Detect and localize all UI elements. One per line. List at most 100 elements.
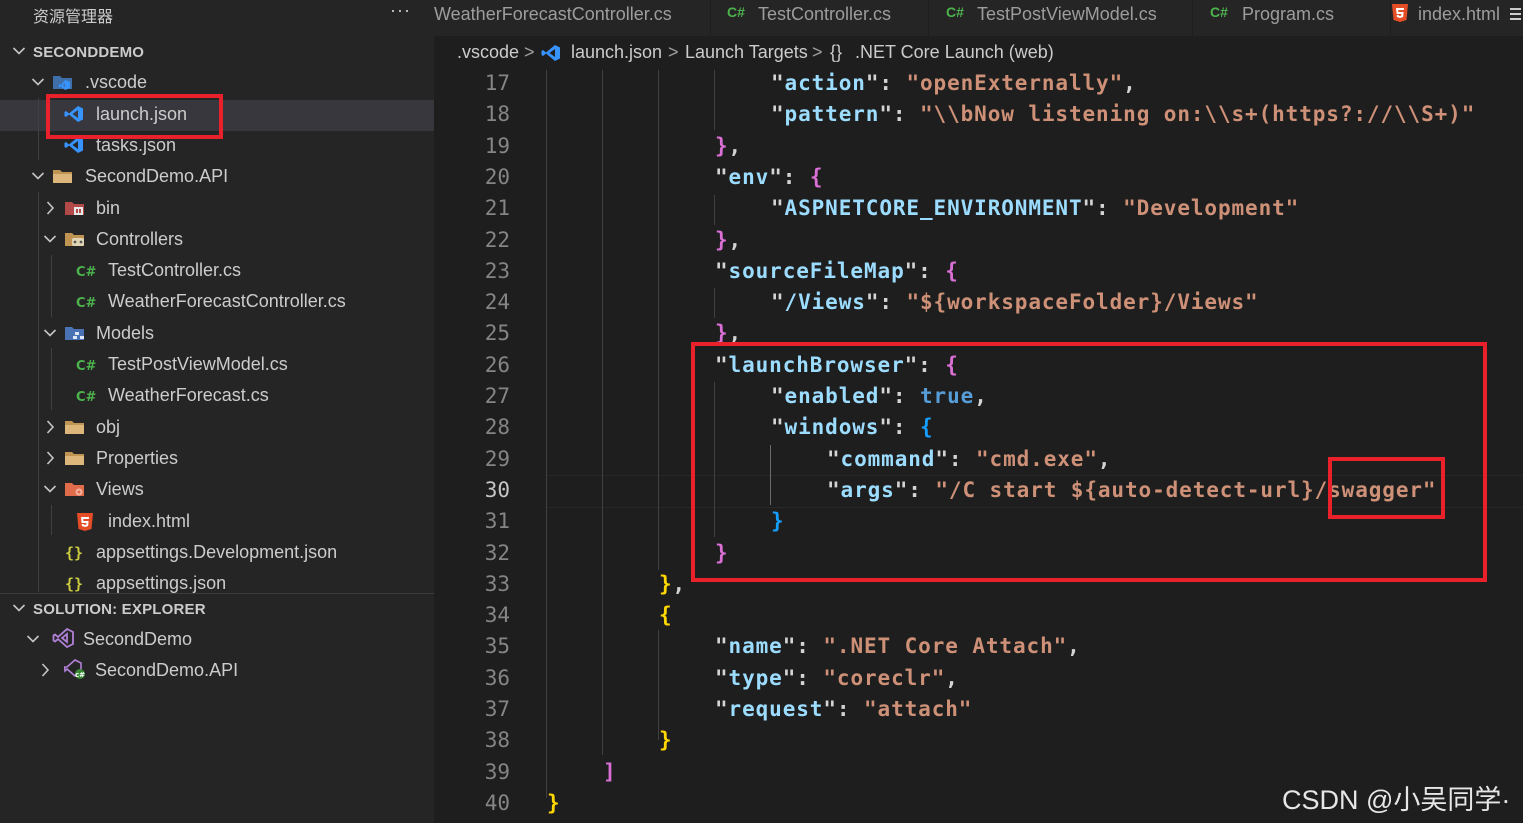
tree-item-weatherforecast-cs[interactable]: C# WeatherForecast.cs: [0, 381, 434, 412]
code-line[interactable]: }: [547, 791, 561, 815]
solution-item-seconddemo[interactable]: SecondDemo: [0, 625, 434, 656]
csharp-icon: C#: [76, 390, 97, 405]
line-number: 36: [484, 666, 510, 690]
indent-guide: [546, 70, 547, 798]
folder-icon: [64, 418, 84, 438]
line-number: 31: [484, 509, 510, 533]
breadcrumb-item[interactable]: .NET Core Launch (web): [855, 42, 1054, 63]
chevron-right-icon[interactable]: [38, 660, 52, 680]
breadcrumb-file[interactable]: launch.json: [571, 42, 662, 63]
tree-item-label: obj: [96, 417, 121, 437]
breadcrumb-folder[interactable]: .vscode: [457, 42, 519, 63]
tree-indent-guide: [38, 192, 39, 592]
more-actions-button[interactable]: ···: [390, 0, 411, 21]
code-line[interactable]: }: [659, 728, 673, 752]
tab-label: index.html: [1418, 4, 1501, 24]
chevron-right-icon[interactable]: [43, 417, 57, 437]
tree-item-testcontroller-cs[interactable]: C# TestController.cs: [0, 256, 434, 287]
chevron-down-icon[interactable]: [43, 229, 57, 249]
tree-indent-guide: [51, 505, 52, 535]
tree-item-label: SecondDemo.API: [85, 166, 229, 186]
tab-weatherforecastcontroller-cs[interactable]: WeatherForecastController.cs: [434, 0, 710, 36]
tree-item-bin[interactable]: bin: [0, 194, 434, 225]
tree-indent-guide: [38, 98, 39, 160]
highlight-box-swagger: [1328, 457, 1445, 519]
csharp-icon: C#: [727, 4, 745, 20]
tab-label: TestController.cs: [758, 4, 892, 24]
code-line[interactable]: "request": "attach": [715, 697, 972, 721]
code-line[interactable]: "/Views": "${workspaceFolder}/Views": [771, 290, 1259, 314]
chevron-down-icon[interactable]: [31, 72, 45, 92]
tree-item-label: bin: [96, 198, 121, 218]
tree-item-label: SecondDemo.API: [95, 660, 239, 680]
json-braces-icon: {}: [64, 544, 84, 562]
section-header-solution[interactable]: SOLUTION: EXPLORER: [0, 594, 434, 625]
tab-testpostviewmodel-cs[interactable]: C# TestPostViewModel.cs: [946, 0, 1192, 36]
breadcrumb-section[interactable]: Launch Targets: [685, 42, 808, 63]
tree-indent-guide: [51, 255, 52, 317]
code-line[interactable]: "type": "coreclr",: [715, 666, 959, 690]
code-line[interactable]: },: [715, 134, 742, 158]
line-number: 32: [484, 541, 510, 565]
code-line[interactable]: {: [659, 603, 673, 627]
chevron-down-icon[interactable]: [43, 323, 57, 343]
tree-item-controllers[interactable]: Controllers: [0, 225, 434, 256]
chevron-right-icon[interactable]: [43, 448, 57, 468]
tree-item-seconddemo-api[interactable]: SecondDemo.API: [0, 162, 434, 193]
line-number: 33: [484, 572, 510, 596]
code-line[interactable]: "action": "openExternally",: [771, 71, 1137, 95]
line-number: 22: [484, 228, 510, 252]
tree-item-obj[interactable]: obj: [0, 413, 434, 444]
line-number: 21: [484, 196, 510, 220]
vscode-json-icon: [64, 136, 84, 156]
line-number: 28: [484, 415, 510, 439]
tab-index-html[interactable]: index.html: [1390, 0, 1523, 36]
code-line[interactable]: },: [659, 572, 686, 596]
tree-item-weatherforecastcontroller-cs[interactable]: C# WeatherForecastController.cs: [0, 287, 434, 318]
tree-item-models[interactable]: Models: [0, 319, 434, 350]
html-icon: [1391, 3, 1409, 23]
code-line[interactable]: ]: [603, 760, 617, 784]
solution-item-seconddemo-api[interactable]: c# SecondDemo.API: [0, 656, 434, 687]
chevron-down-icon[interactable]: [26, 629, 40, 649]
code-line[interactable]: "sourceFileMap": {: [715, 259, 959, 283]
line-number: 40: [484, 791, 510, 815]
line-number: 18: [484, 102, 510, 126]
tree-item-label: appsettings.Development.json: [96, 542, 338, 562]
breadcrumb-separator: >: [524, 42, 535, 62]
indent-guide: [714, 288, 715, 318]
line-number: 17: [484, 71, 510, 95]
code-line[interactable]: "name": ".NET Core Attach",: [715, 634, 1081, 658]
tab-program-cs[interactable]: C# Program.cs: [1210, 0, 1390, 36]
tree-item-testpostviewmodel-cs[interactable]: C# TestPostViewModel.cs: [0, 350, 434, 381]
tree-item-appsettings-development-json[interactable]: {} appsettings.Development.json: [0, 538, 434, 569]
chevron-down-icon[interactable]: [31, 166, 45, 186]
tree-item-properties[interactable]: Properties: [0, 444, 434, 475]
tab-label: Program.cs: [1242, 4, 1335, 24]
line-number: 38: [484, 728, 510, 752]
tree-item-views[interactable]: Views: [0, 475, 434, 506]
tree-item-label: TestController.cs: [108, 260, 242, 280]
chevron-right-icon[interactable]: [43, 198, 57, 218]
line-number: 39: [484, 760, 510, 784]
code-line[interactable]: },: [715, 228, 742, 252]
csharp-icon: C#: [946, 4, 964, 20]
explorer-header: 资源管理器 ···: [0, 0, 434, 27]
code-line[interactable]: "pattern": "\\bNow listening on:\\s+(htt…: [771, 102, 1475, 126]
section-title: SOLUTION: EXPLORER: [33, 601, 206, 618]
section-header-project[interactable]: SECONDDEMO: [0, 37, 434, 68]
tree-item-label: Views: [96, 479, 144, 499]
tab-testcontroller-cs[interactable]: C# TestController.cs: [727, 0, 928, 36]
tab-overflow-icon[interactable]: [1508, 3, 1523, 31]
tree-item-index-html[interactable]: index.html: [0, 507, 434, 538]
line-number: 19: [484, 134, 510, 158]
code-line[interactable]: "ASPNETCORE_ENVIRONMENT": "Development": [771, 196, 1299, 220]
tree-item-label: Controllers: [96, 229, 184, 249]
csproj-icon: c#: [64, 659, 88, 679]
json-braces-icon: {}: [64, 575, 84, 593]
line-number: 29: [484, 447, 510, 471]
chevron-down-icon[interactable]: [43, 479, 57, 499]
line-number: 25: [484, 321, 510, 345]
braces-icon: {}: [830, 42, 843, 62]
code-line[interactable]: "env": {: [715, 165, 823, 189]
